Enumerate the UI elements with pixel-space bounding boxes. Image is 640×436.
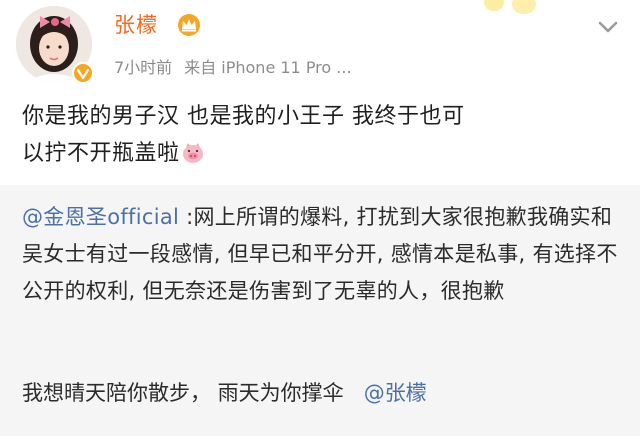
pig-emoji-icon — [182, 143, 203, 163]
repost-extra-line: 我想晴天陪你散步， 雨天为你撑伞 @张檬 — [22, 375, 622, 412]
author-name[interactable]: 张檬 — [114, 12, 158, 38]
post-meta: 7小时前 来自 iPhone 11 Pro ... — [114, 58, 352, 78]
post-text-line-2: 以拧不开瓶盖啦 — [22, 141, 180, 166]
repost-card[interactable]: @金恩圣official :网上所谓的爆料, 打扰到大家很抱歉我确实和吴女士有过… — [0, 185, 640, 436]
post-source[interactable]: 来自 iPhone 11 Pro ... — [184, 58, 351, 77]
chevron-down-icon[interactable] — [594, 16, 622, 38]
repost-text: @金恩圣official :网上所谓的爆料, 打扰到大家很抱歉我确实和吴女士有过… — [22, 199, 622, 310]
vip-crown-icon[interactable] — [175, 13, 203, 37]
post-text-line-2-wrap: 以拧不开瓶盖啦 — [22, 135, 622, 172]
post-header: 张檬 7小时前 来自 iPhone 11 Pro ... — [0, 0, 640, 96]
repost-author-mention[interactable]: @金恩圣official — [22, 205, 179, 229]
post-text-line-1: 你是我的男子汉 也是我的小王子 我终于也可 — [22, 104, 465, 129]
repost-extra-text: 我想晴天陪你散步， 雨天为你撑伞 — [22, 381, 344, 405]
post-content: 你是我的男子汉 也是我的小王子 我终于也可 以拧不开瓶盖啦 — [22, 98, 622, 172]
weibo-post: 张檬 7小时前 来自 iPhone 11 Pro ... 你是我的男子汉 也是我的… — [0, 0, 640, 436]
verified-badge-icon — [72, 62, 94, 84]
repost-extra-mention[interactable]: @张檬 — [364, 381, 427, 405]
avatar-container[interactable] — [16, 6, 96, 86]
post-time: 7小时前 — [114, 58, 173, 77]
